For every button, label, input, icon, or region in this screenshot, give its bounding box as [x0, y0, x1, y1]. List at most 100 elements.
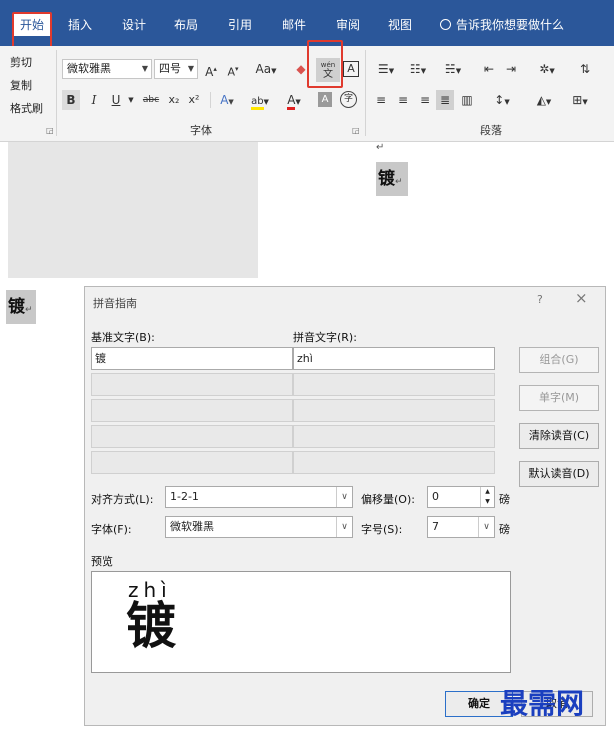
strikethrough-button[interactable]: abc	[140, 90, 162, 110]
justify-button[interactable]: ≣	[436, 90, 454, 110]
underline-button[interactable]: U	[108, 90, 124, 110]
ruby-text-field-empty[interactable]	[293, 373, 495, 396]
divider	[365, 50, 366, 136]
chevron-down-icon[interactable]: ▼	[126, 90, 136, 110]
base-text-field-empty[interactable]	[91, 451, 293, 474]
watermark-logo: 最需网	[500, 687, 585, 720]
chevron-down-icon: ▼	[187, 64, 194, 73]
chevron-down-icon: ∨	[478, 517, 494, 537]
group-button[interactable]: 组合(G)	[519, 347, 599, 373]
cut-button[interactable]: 剪切	[10, 54, 32, 70]
base-text-label: 基准文字(B):	[91, 331, 155, 344]
selected-char-text: 镀	[378, 169, 395, 189]
document-page[interactable]: ↵ 镀↵	[258, 142, 614, 278]
ruby-text-field-empty[interactable]	[293, 425, 495, 448]
paragraph-group-label: 段落	[480, 124, 502, 137]
close-icon[interactable]: ×	[575, 289, 588, 307]
shrink-font-button[interactable]: A▾	[224, 59, 242, 79]
bold-button[interactable]: B	[62, 90, 80, 110]
ruby-text-field[interactable]: zhì	[293, 347, 495, 370]
text-effects-button[interactable]: A▼	[216, 90, 238, 110]
font-label: 字体(F):	[91, 523, 132, 536]
line-spacing-button[interactable]: ↕▼	[488, 90, 516, 110]
font-size-box[interactable]: 四号 ▼	[154, 59, 198, 79]
document-margin-area	[8, 142, 258, 278]
base-text-field[interactable]: 镀	[91, 347, 293, 370]
distributed-button[interactable]: ▥	[458, 90, 476, 110]
preview-character: 镀	[126, 597, 176, 655]
base-text-field-empty[interactable]	[91, 399, 293, 422]
tab-insert[interactable]: 插入	[60, 14, 100, 36]
offset-value: 0	[432, 490, 439, 503]
char-border-button[interactable]: A	[343, 61, 359, 77]
search-icon	[440, 19, 451, 30]
offset-unit: 磅	[499, 493, 510, 506]
tell-me-search[interactable]: 告诉我你想要做什么	[440, 14, 564, 36]
clear-format-icon[interactable]: ◆	[294, 59, 308, 79]
tab-references[interactable]: 引用	[220, 14, 260, 36]
preview-box: zhì 镀	[91, 571, 511, 673]
tab-design[interactable]: 设计	[114, 14, 154, 36]
enclose-char-button[interactable]: 字	[340, 91, 357, 108]
paragraph-mark: ↵	[376, 142, 385, 153]
format-painter-button[interactable]: 格式刷	[10, 100, 43, 116]
ribbon-tab-bar: 开始 插入 设计 布局 引用 邮件 审阅 视图 告诉我你想要做什么	[0, 0, 614, 46]
align-right-button[interactable]: ≡	[416, 90, 434, 110]
highlight-button[interactable]: ab▼	[246, 90, 274, 110]
spinner-arrows-icon[interactable]: ▲ ▼	[480, 487, 494, 507]
font-group-label: 字体	[190, 124, 212, 137]
change-case-button[interactable]: Aa▼	[252, 59, 280, 79]
grow-font-button[interactable]: A▴	[202, 59, 220, 79]
bullets-button[interactable]: ☰▼	[372, 59, 400, 79]
highlight-icon: ab	[251, 96, 264, 110]
document-char-text: 镀	[8, 297, 25, 317]
font-name-box[interactable]: 微软雅黑 ▼	[62, 59, 152, 79]
clear-reading-button[interactable]: 清除读音(C)	[519, 423, 599, 449]
subscript-button[interactable]: x₂	[166, 90, 182, 110]
tab-layout[interactable]: 布局	[166, 14, 206, 36]
chevron-down-icon: ▼	[141, 64, 148, 73]
multilevel-list-button[interactable]: ☵▼	[438, 59, 468, 79]
dialog-title: 拼音指南	[93, 297, 137, 310]
clipboard-launcher-icon[interactable]: ◲	[46, 126, 54, 135]
offset-label: 偏移量(O):	[361, 493, 415, 506]
align-center-button[interactable]: ≡	[394, 90, 412, 110]
font-color-button[interactable]: A▼	[282, 90, 306, 110]
base-text-field-empty[interactable]	[91, 373, 293, 396]
selected-character[interactable]: 镀↵	[376, 162, 408, 196]
borders-button[interactable]: ⊞▼	[566, 90, 594, 110]
preview-label: 预览	[91, 555, 113, 568]
italic-button[interactable]: I	[86, 90, 102, 110]
phonetic-guide-dialog: 拼音指南 ? × 基准文字(B): 拼音文字(R): 镀 zhì 组合(G) 单…	[84, 286, 606, 726]
shading-button[interactable]: ◭▼	[530, 90, 558, 110]
increase-indent-button[interactable]: ⇥	[502, 59, 520, 79]
document-character[interactable]: 镀↵	[6, 290, 36, 324]
sort-button[interactable]: ⇅	[576, 59, 594, 79]
font-launcher-icon[interactable]: ◲	[352, 126, 360, 135]
tab-review[interactable]: 审阅	[328, 14, 368, 36]
ruby-text-field-empty[interactable]	[293, 451, 495, 474]
align-left-button[interactable]: ≡	[372, 90, 390, 110]
ruby-text-field-empty[interactable]	[293, 399, 495, 422]
size-value: 7	[432, 520, 439, 533]
tab-mailings[interactable]: 邮件	[274, 14, 314, 36]
decrease-indent-button[interactable]: ⇤	[480, 59, 498, 79]
base-text-field-empty[interactable]	[91, 425, 293, 448]
size-label: 字号(S):	[361, 523, 403, 536]
numbering-button[interactable]: ☷▼	[404, 59, 432, 79]
mono-button[interactable]: 单字(M)	[519, 385, 599, 411]
size-select[interactable]: 7 ∨	[427, 516, 495, 538]
font-name-value: 微软雅黑	[67, 62, 111, 75]
font-select[interactable]: 微软雅黑 ∨	[165, 516, 353, 538]
offset-spinner[interactable]: 0 ▲ ▼	[427, 486, 495, 508]
copy-button[interactable]: 复制	[10, 77, 32, 93]
default-reading-button[interactable]: 默认读音(D)	[519, 461, 599, 487]
help-button[interactable]: ?	[537, 293, 543, 306]
tab-view[interactable]: 视图	[380, 14, 420, 36]
paragraph-mark: ↵	[25, 305, 33, 315]
change-case-icon: Aa	[255, 62, 272, 76]
superscript-button[interactable]: x²	[186, 90, 202, 110]
char-shading-button[interactable]: A	[318, 92, 332, 107]
chinese-layout-button[interactable]: ✲▼	[532, 59, 562, 79]
alignment-select[interactable]: 1-2-1 ∨	[165, 486, 353, 508]
